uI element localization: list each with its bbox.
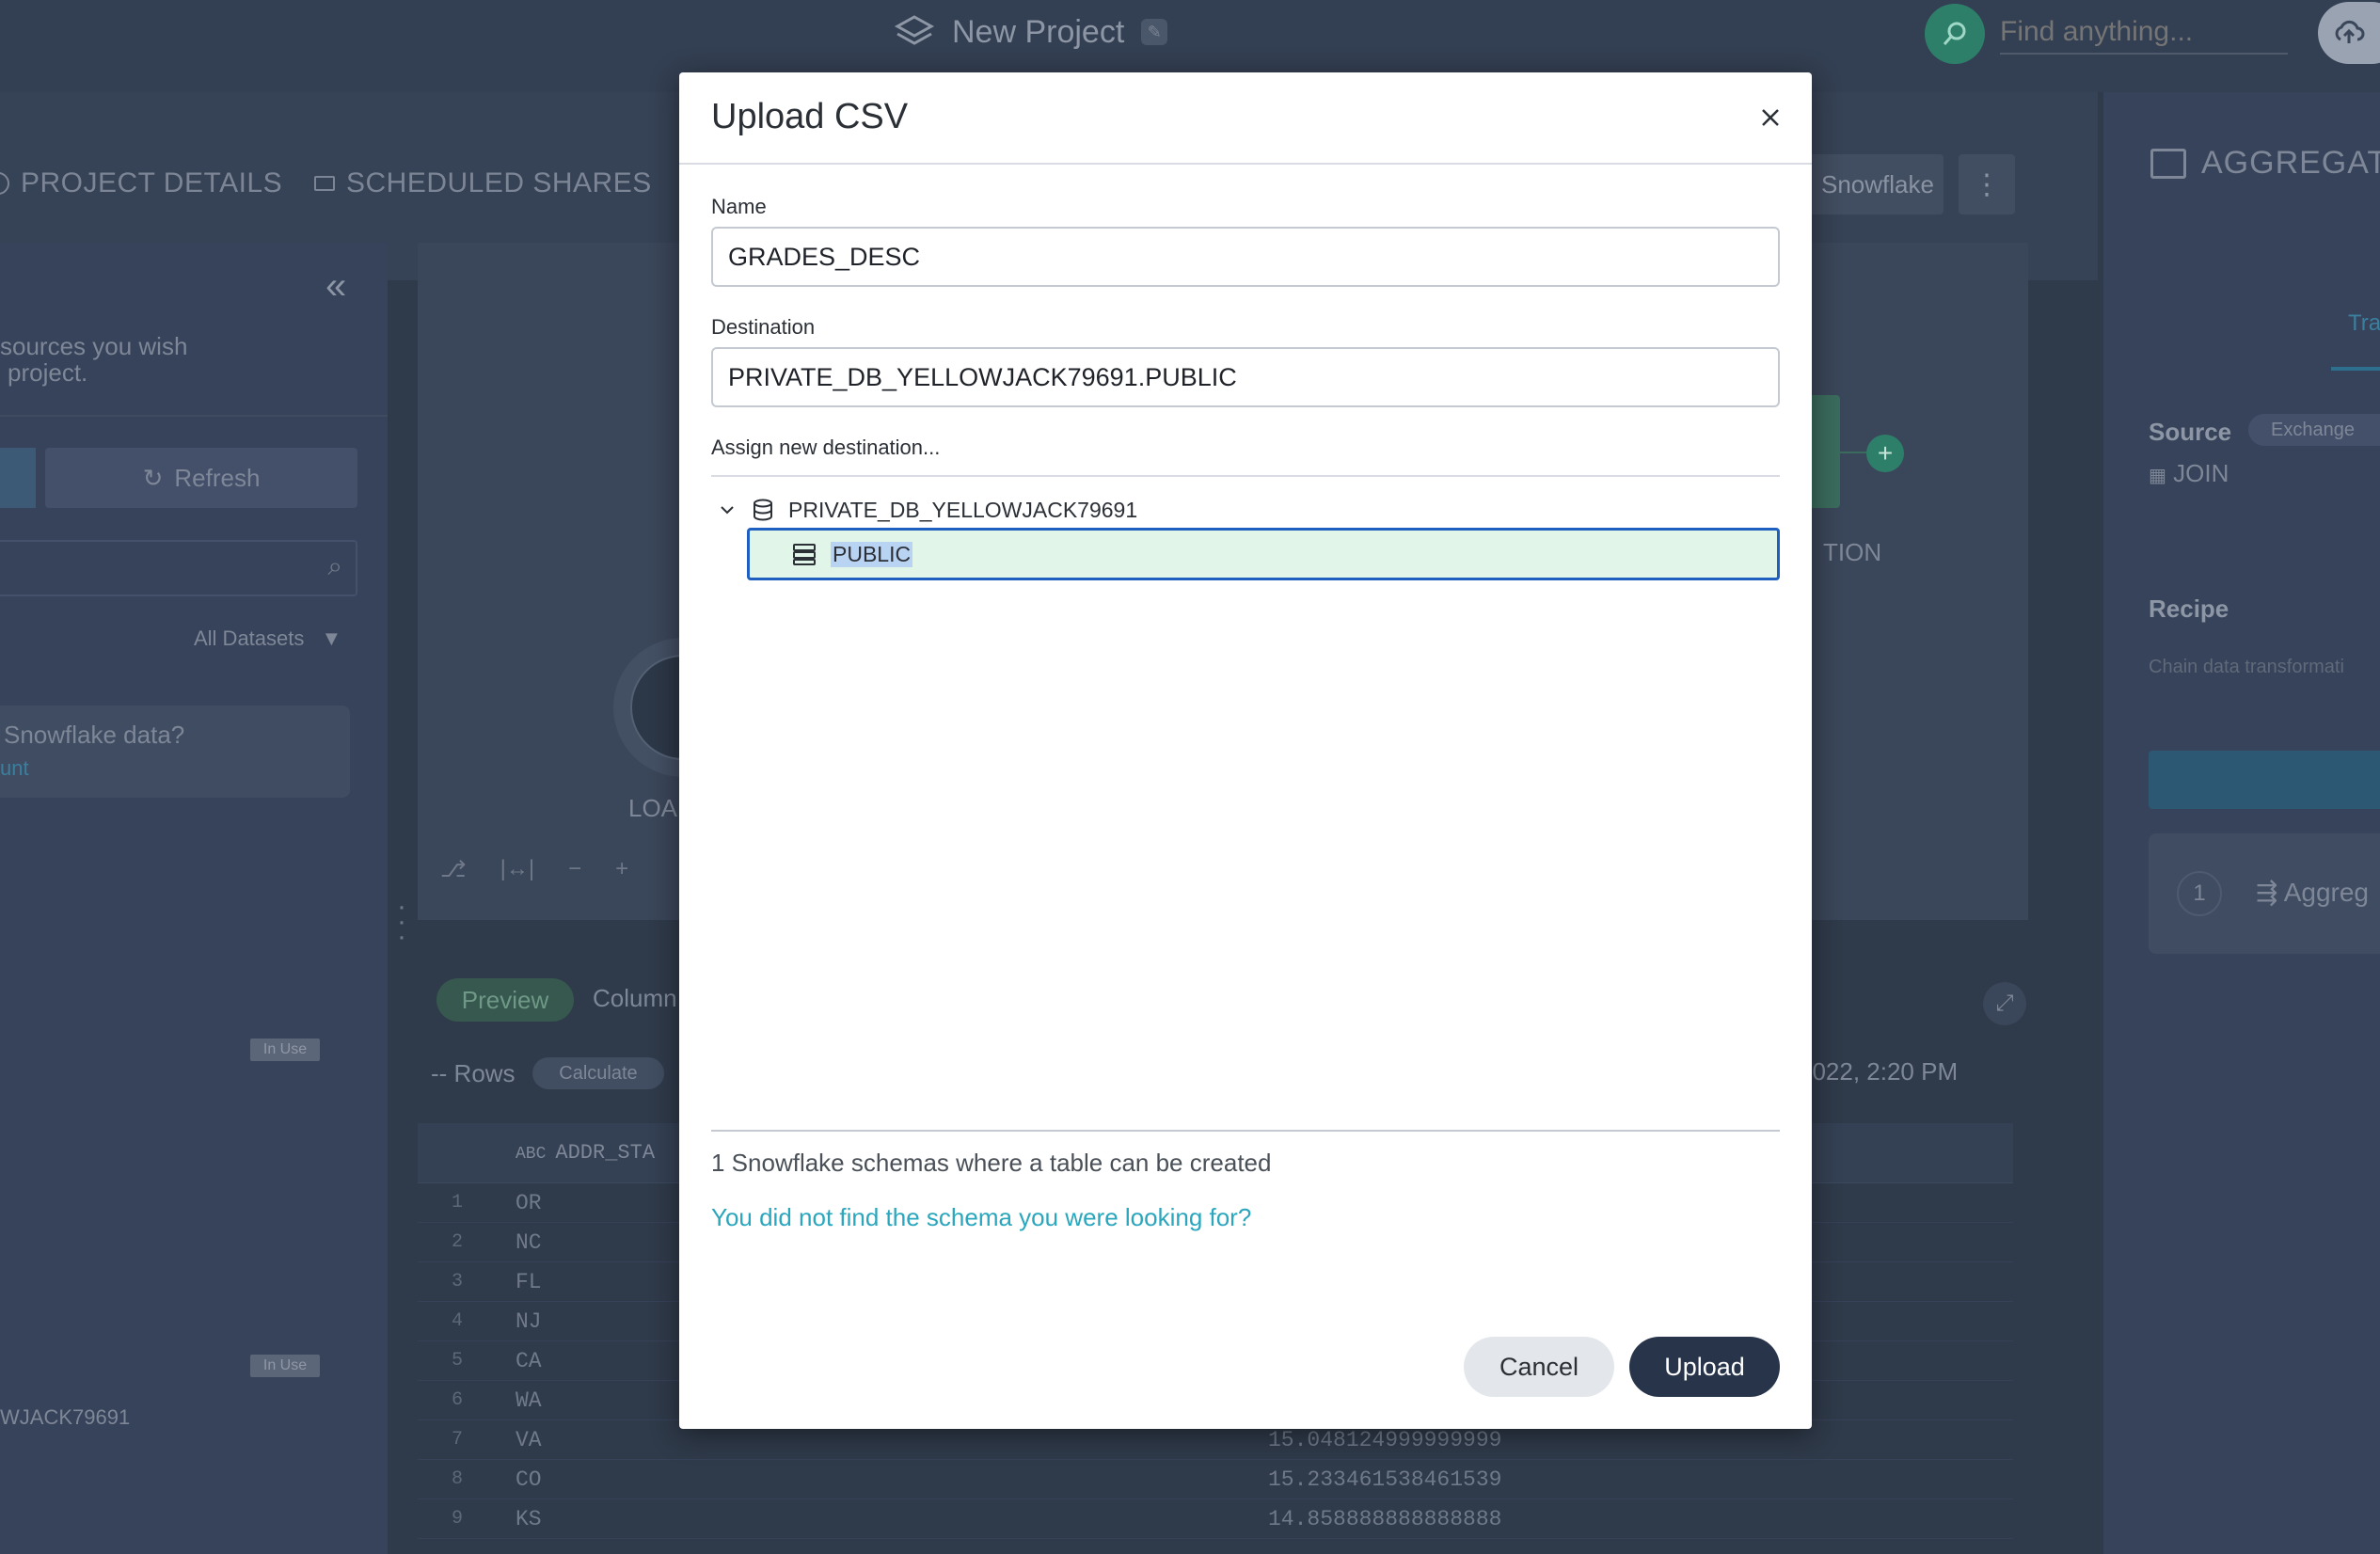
search-icon[interactable] bbox=[1925, 4, 1985, 64]
rows-count: -- Rows bbox=[431, 1059, 516, 1087]
row-number: 6 bbox=[451, 1389, 463, 1411]
table-icon: ▦ bbox=[2149, 466, 2166, 486]
assign-destination-label: Assign new destination... bbox=[711, 436, 941, 459]
edit-icon[interactable]: ✎ bbox=[1141, 19, 1168, 45]
divider bbox=[711, 475, 1780, 477]
project-title-group: New Project ✎ bbox=[894, 13, 1168, 51]
cell-state: KS bbox=[516, 1506, 542, 1531]
cell-value: 14.858888888888888 bbox=[1268, 1506, 1502, 1531]
caret-down-icon: ▼ bbox=[321, 626, 342, 650]
dialog-title: Upload CSV bbox=[711, 97, 909, 136]
row-number: 2 bbox=[451, 1231, 463, 1253]
destination-label: Destination bbox=[711, 315, 816, 339]
global-search-input[interactable] bbox=[2000, 11, 2288, 55]
zoom-out-icon[interactable]: − bbox=[568, 856, 581, 883]
database-icon bbox=[754, 499, 772, 521]
left-panel: « sources you wish project. ↻ Refresh ⌕ … bbox=[0, 243, 388, 1554]
step-number: 1 bbox=[2177, 871, 2222, 916]
recipe-step[interactable]: 1 ⇶ Aggreg bbox=[2149, 833, 2380, 954]
upload-csv-dialog: Upload CSV Name Destination Assign new d… bbox=[679, 72, 1812, 1429]
collapse-double-chevron-icon[interactable]: « bbox=[325, 265, 346, 308]
calculate-button[interactable]: Calculate bbox=[532, 1057, 664, 1089]
info-icon bbox=[0, 172, 9, 195]
mail-icon bbox=[314, 176, 335, 191]
left-panel-hint: sources you wish project. bbox=[0, 332, 188, 387]
schema-icon bbox=[793, 544, 816, 565]
card-link[interactable]: unt bbox=[0, 756, 29, 781]
tab-columns[interactable]: Column bbox=[593, 984, 677, 1013]
row-number: 5 bbox=[451, 1350, 463, 1372]
layout-icon[interactable]: ⎇ bbox=[440, 856, 467, 883]
output-node-label: TION bbox=[1823, 538, 1882, 566]
cell-value: 15.233461538461539 bbox=[1268, 1467, 1502, 1492]
destination-field[interactable] bbox=[711, 347, 1780, 407]
upload-button[interactable]: Upload bbox=[1629, 1337, 1780, 1397]
right-panel: AGGREGAT Tra Source Exchange ▦ JOIN Reci… bbox=[2103, 92, 2380, 1554]
more-options-icon[interactable]: ⋮ bbox=[1959, 154, 2015, 214]
step-label: ⇶ Aggreg bbox=[2256, 878, 2369, 907]
expand-icon[interactable]: ⤢ bbox=[1983, 982, 2026, 1025]
tree-item-label: PRIVATE_DB_YELLOWJACK79691 bbox=[788, 497, 1138, 522]
canvas-toolbar: ⎇ |↔| − + bbox=[440, 856, 628, 883]
zoom-in-icon[interactable]: + bbox=[615, 856, 628, 883]
tree-item-database[interactable]: PRIVATE_DB_YELLOWJACK79691 bbox=[717, 488, 1137, 531]
add-node-icon[interactable]: + bbox=[1866, 435, 1904, 472]
exchange-badge: Exchange bbox=[2248, 414, 2380, 446]
resize-handle[interactable]: · · · bbox=[397, 893, 406, 951]
table-row[interactable]: 9 KS 14.858888888888888 bbox=[418, 1499, 2013, 1539]
status-badge: In Use bbox=[250, 1355, 320, 1377]
source-label: Source bbox=[2149, 418, 2232, 446]
add-step-button[interactable] bbox=[2149, 751, 2380, 809]
source-join: ▦ JOIN bbox=[2149, 459, 2229, 487]
search-icon: ⌕ bbox=[327, 551, 342, 580]
refresh-button[interactable]: ↻ Refresh bbox=[45, 448, 357, 508]
row-number: 8 bbox=[451, 1468, 463, 1490]
cell-state: CO bbox=[516, 1467, 542, 1492]
row-number: 1 bbox=[451, 1192, 463, 1213]
recipe-label: Recipe bbox=[2149, 595, 2229, 623]
cancel-button[interactable]: Cancel bbox=[1464, 1337, 1614, 1397]
dialog-header: Upload CSV bbox=[679, 72, 1812, 165]
divider bbox=[0, 415, 388, 417]
table-row[interactable]: 8 CO 15.233461538461539 bbox=[418, 1460, 2013, 1499]
name-field[interactable] bbox=[711, 227, 1780, 287]
dataset-search-input[interactable]: ⌕ bbox=[0, 540, 357, 596]
cell-value: 15.048124999999999 bbox=[1268, 1427, 1502, 1452]
row-number: 7 bbox=[451, 1429, 463, 1451]
chevron-down-icon[interactable] bbox=[717, 500, 738, 520]
recipe-hint: Chain data transformati bbox=[2149, 657, 2344, 677]
divider bbox=[711, 1130, 1780, 1132]
table-icon bbox=[2150, 148, 2186, 179]
dataset-db-name: WJACK79691 bbox=[0, 1405, 131, 1429]
project-title: New Project bbox=[952, 13, 1125, 50]
refresh-icon: ↻ bbox=[142, 463, 164, 492]
tab-project-details[interactable]: PROJECT DETAILS bbox=[0, 167, 282, 199]
name-label: Name bbox=[711, 195, 767, 218]
close-icon[interactable] bbox=[1752, 99, 1789, 136]
tab-preview[interactable]: Preview bbox=[436, 978, 574, 1022]
row-number: 4 bbox=[451, 1310, 463, 1332]
right-panel-title: AGGREGAT bbox=[2150, 145, 2380, 182]
row-number: 9 bbox=[451, 1508, 463, 1530]
schema-help-link[interactable]: You did not find the schema you were loo… bbox=[711, 1203, 1251, 1232]
fit-width-icon[interactable]: |↔| bbox=[500, 856, 534, 883]
layers-icon bbox=[894, 15, 935, 45]
add-source-button[interactable] bbox=[0, 448, 36, 508]
preview-timestamp: 2022, 2:20 PM bbox=[1799, 1057, 1959, 1086]
load-node-label: LOA bbox=[628, 794, 678, 822]
tab-scheduled-shares[interactable]: SCHEDULED SHARES bbox=[314, 167, 652, 199]
snowflake-data-card: Snowflake data? unt bbox=[0, 706, 350, 798]
schema-count-text: 1 Snowflake schemas where a table can be… bbox=[711, 1149, 1272, 1177]
status-badge: In Use bbox=[250, 1039, 320, 1061]
text-type-icon: ABC bbox=[516, 1145, 547, 1164]
tree-item-schema[interactable]: PUBLIC bbox=[747, 528, 1780, 580]
cell-state: VA bbox=[516, 1427, 542, 1452]
column-header[interactable]: ABC ADDR_STA bbox=[497, 1141, 655, 1165]
tree-item-label: PUBLIC bbox=[831, 541, 913, 567]
cloud-upload-icon[interactable] bbox=[2318, 2, 2380, 64]
tab-transform[interactable]: Tra bbox=[2348, 310, 2380, 337]
row-number: 3 bbox=[451, 1271, 463, 1292]
dataset-filter-dropdown[interactable]: All Datasets ▼ bbox=[194, 626, 341, 651]
aggregate-icon: ⇶ bbox=[2256, 878, 2284, 907]
